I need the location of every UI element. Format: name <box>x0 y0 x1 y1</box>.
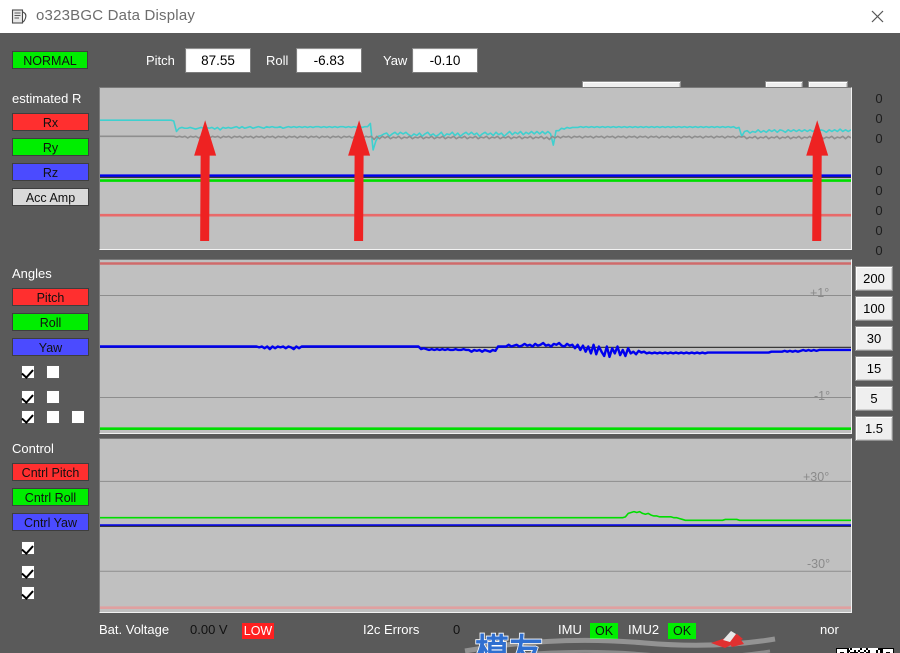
angles-roll-show-checkbox[interactable] <box>21 390 35 404</box>
sidebar-item-rz[interactable]: Rz <box>12 163 89 181</box>
sidebar-item-cntrl-roll[interactable]: Cntrl Roll <box>12 488 89 506</box>
yaw-input[interactable] <box>412 48 478 73</box>
battery-value: 0.00 V <box>190 622 228 637</box>
battery-label: Bat. Voltage <box>99 622 170 637</box>
sidebar-item-yaw[interactable]: Yaw <box>12 338 89 356</box>
chart-estimated-r[interactable] <box>99 87 852 250</box>
i2c-errors-label: I2c Errors <box>363 622 420 637</box>
scale-button-15[interactable]: 15 <box>855 356 893 381</box>
chart-control[interactable] <box>99 438 852 613</box>
battery-status-badge: LOW <box>242 623 274 639</box>
angles-pitch-show-checkbox[interactable] <box>21 365 35 379</box>
scale-button-30[interactable]: 30 <box>855 326 893 351</box>
angles-axis-label-top: +1° <box>810 286 830 300</box>
angles-roll-alt-checkbox[interactable] <box>46 390 60 404</box>
readout-value-3: 0 <box>875 131 883 146</box>
yaw-label: Yaw <box>383 53 408 68</box>
angles-pitch-alt-checkbox[interactable] <box>46 365 60 379</box>
imu-status-text: nor <box>820 622 839 637</box>
control-pitch-checkbox[interactable] <box>21 541 35 555</box>
chart-angles[interactable] <box>99 259 852 434</box>
sidebar-item-cntrl-pitch[interactable]: Cntrl Pitch <box>12 463 89 481</box>
roll-input[interactable] <box>296 48 362 73</box>
imu2-label: IMU2 <box>628 622 660 637</box>
angles-yaw-show-checkbox[interactable] <box>21 410 35 424</box>
i2c-errors-value: 0 <box>453 622 461 637</box>
imu-status-badge: OK <box>590 623 618 639</box>
readout-value-4: 0 <box>875 163 883 178</box>
readout-value-6: 0 <box>875 203 883 218</box>
angles-axis-label-bottom: -1° <box>814 389 831 403</box>
readout-value-7: 0 <box>875 223 883 238</box>
scale-button-5[interactable]: 5 <box>855 386 893 411</box>
angles-yaw-extra-checkbox[interactable] <box>71 410 85 424</box>
window-title: o323BGC Data Display <box>36 7 196 24</box>
control-yaw-checkbox[interactable] <box>21 586 35 600</box>
app-document-icon <box>11 8 29 26</box>
angles-yaw-alt-checkbox[interactable] <box>46 410 60 424</box>
client-area: NORMAL Pitch Roll Yaw Start Clear Save e… <box>0 33 900 653</box>
roll-label: Roll <box>266 53 289 68</box>
qr-code <box>836 648 894 653</box>
scale-button-100[interactable]: 100 <box>855 296 893 321</box>
pitch-input[interactable] <box>185 48 251 73</box>
scale-button-1-5[interactable]: 1.5 <box>855 416 893 441</box>
readout-value-1: 0 <box>875 91 883 106</box>
close-icon[interactable] <box>854 0 900 33</box>
app-window: o323BGC Data Display NORMAL Pitch Roll Y… <box>0 0 900 653</box>
readout-value-8: 0 <box>875 243 883 258</box>
control-axis-label-bottom: -30° <box>807 557 831 571</box>
scale-button-200[interactable]: 200 <box>855 266 893 291</box>
group-title-angles: Angles <box>12 266 52 281</box>
sidebar-item-rx[interactable]: Rx <box>12 113 89 131</box>
group-title-estimated-r: estimated R <box>12 91 82 106</box>
control-roll-checkbox[interactable] <box>21 565 35 579</box>
sidebar-item-acc-amp[interactable]: Acc Amp <box>12 188 89 206</box>
sidebar-item-cntrl-yaw[interactable]: Cntrl Yaw <box>12 513 89 531</box>
sidebar-item-ry[interactable]: Ry <box>12 138 89 156</box>
sidebar-item-pitch[interactable]: Pitch <box>12 288 89 306</box>
pitch-label: Pitch <box>146 53 175 68</box>
group-title-control: Control <box>12 441 54 456</box>
title-bar: o323BGC Data Display <box>0 0 900 34</box>
readout-value-5: 0 <box>875 183 883 198</box>
control-axis-label-top: +30° <box>803 470 830 484</box>
status-badge: NORMAL <box>12 51 88 69</box>
imu-label: IMU <box>558 622 582 637</box>
readout-value-2: 0 <box>875 111 883 126</box>
imu2-status-badge: OK <box>668 623 696 639</box>
watermark-cn-big: 模友 <box>475 633 543 653</box>
sidebar-item-roll[interactable]: Roll <box>12 313 89 331</box>
